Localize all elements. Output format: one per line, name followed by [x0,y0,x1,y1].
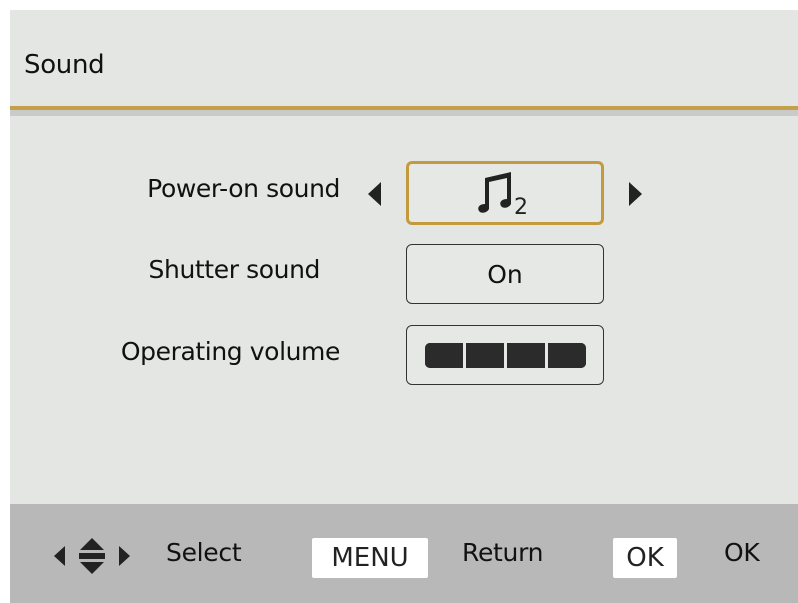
return-hint: Return [462,538,544,567]
page-title: Sound [24,50,105,80]
settings-list: Power-on sound 2 Shutter sound On Operat… [10,116,798,504]
four-way-dpad-icon [54,538,130,574]
header: Sound [10,10,798,106]
power-on-sound-number: 2 [514,195,528,216]
operating-volume-label: Operating volume [120,337,341,366]
volume-segment [503,342,545,368]
power-on-sound-label: Power-on sound [147,174,340,203]
ok-hint: OK [724,538,760,567]
right-arrow-icon[interactable] [629,182,642,206]
volume-segment [544,342,586,368]
shutter-sound-value[interactable]: On [406,244,604,304]
sound-settings-screen: Sound Power-on sound 2 Shutter sound On … [10,10,798,603]
operating-volume-selector[interactable] [406,325,604,385]
volume-level-bar [424,342,586,368]
volume-segment [424,342,463,368]
menu-key[interactable]: MENU [312,538,428,578]
shutter-sound-label: Shutter sound [148,255,321,284]
footer-guide-bar: Select MENU Return OK OK [10,504,798,603]
power-on-sound-selector[interactable]: 2 [406,161,604,225]
volume-segment [462,342,504,368]
music-note-icon: 2 [478,172,528,216]
left-arrow-icon[interactable] [368,182,381,206]
ok-key[interactable]: OK [613,538,677,578]
select-hint: Select [166,538,242,567]
